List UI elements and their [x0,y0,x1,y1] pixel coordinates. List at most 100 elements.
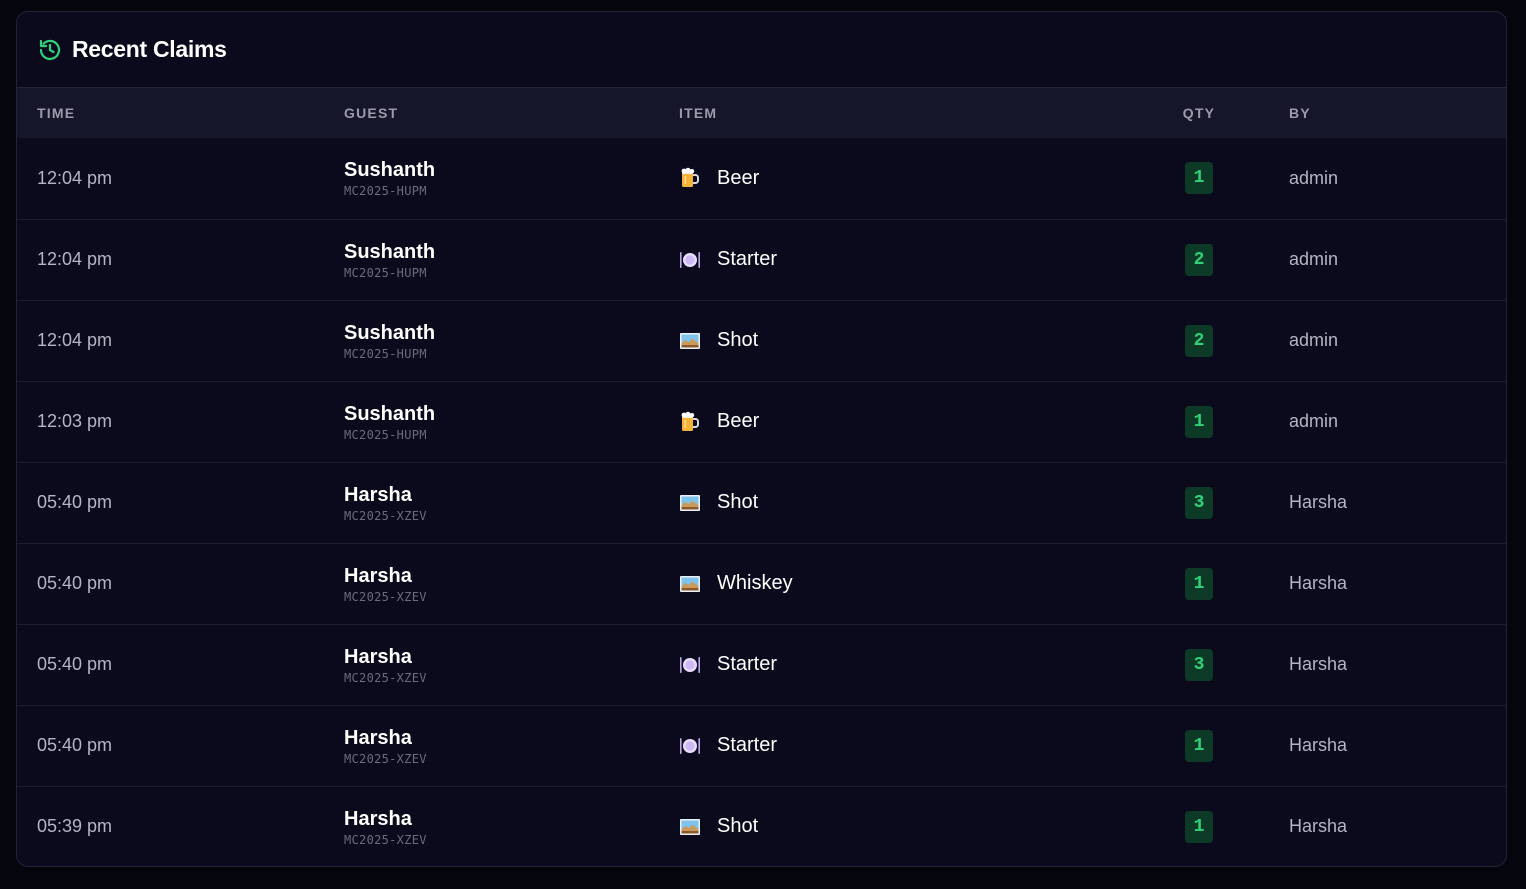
item-label: Starter [717,653,778,675]
table-header-row: TIME GUEST ITEM QTY BY [17,88,1506,138]
table-row[interactable]: 12:04 pm Sushanth MC2025-HUPM Starter 2 … [17,219,1506,300]
guest-cell: Harsha MC2025-XZEV [344,624,679,705]
item-cell: Starter [679,624,1109,705]
item-cell: Whiskey [679,543,1109,624]
claim-time: 05:40 pm [37,573,113,593]
table-row[interactable]: 12:04 pm Sushanth MC2025-HUPM Beer 1 adm… [17,138,1506,219]
beer-icon [679,167,701,189]
guest-name: Harsha [344,726,412,749]
item-label: Beer [717,166,760,189]
table-row[interactable]: 12:03 pm Sushanth MC2025-HUPM Beer 1 adm… [17,381,1506,462]
claimed-by: Harsha [1289,573,1348,593]
guest-cell: Sushanth MC2025-HUPM [344,381,679,462]
qty-badge: 1 [1185,729,1213,762]
claim-time: 12:04 pm [37,249,113,269]
guest-name: Harsha [344,483,412,506]
guest-cell: Harsha MC2025-XZEV [344,543,679,624]
table-header: TIME GUEST ITEM QTY BY [17,88,1506,138]
guest-code: MC2025-XZEV [344,589,427,604]
guest-code: MC2025-HUPM [344,184,427,199]
qty-cell: 1 [1109,786,1289,866]
guest-code: MC2025-XZEV [344,670,427,685]
item-cell: Starter [679,219,1109,300]
table-row[interactable]: 05:40 pm Harsha MC2025-XZEV Starter 1 Ha… [17,705,1506,786]
qty-cell: 2 [1109,219,1289,300]
plate-icon [679,249,701,271]
claimed-by: admin [1289,167,1339,188]
claimed-by: Harsha [1289,654,1348,674]
guest-code: MC2025-XZEV [344,508,427,523]
claimed-by: admin [1289,411,1339,431]
history-icon [38,38,62,62]
claim-time: 05:40 pm [37,654,113,674]
beer-icon [679,411,701,433]
qty-cell: 1 [1109,381,1289,462]
item-cell: Beer [679,381,1109,462]
qty-cell: 3 [1109,462,1289,543]
qty-badge: 1 [1185,810,1213,843]
guest-code: MC2025-HUPM [344,427,427,442]
qty-badge: 1 [1185,405,1213,438]
plate-icon [679,735,701,757]
table-row[interactable]: 05:39 pm Harsha MC2025-XZEV Shot 1 Harsh… [17,786,1506,866]
claimed-by: Harsha [1289,735,1348,755]
item-cell: Shot [679,462,1109,543]
item-cell: Beer [679,138,1109,219]
item-label: Starter [717,248,778,270]
claimed-by: Harsha [1289,816,1348,837]
claimed-by: Harsha [1289,492,1348,512]
card-title: Recent Claims [72,36,227,62]
column-header-qty[interactable]: QTY [1109,88,1289,138]
qty-badge: 1 [1185,567,1213,600]
item-label: Shot [717,491,759,513]
guest-name: Sushanth [344,159,436,182]
card-header: Recent Claims [17,12,1506,88]
guest-name: Sushanth [344,402,436,425]
table-row[interactable]: 05:40 pm Harsha MC2025-XZEV Starter 3 Ha… [17,624,1506,705]
guest-cell: Sushanth MC2025-HUPM [344,138,679,219]
claimed-by: admin [1289,249,1339,269]
item-label: Starter [717,734,778,756]
item-label: Shot [717,815,759,838]
table-row[interactable]: 12:04 pm Sushanth MC2025-HUPM Shot 2 adm… [17,300,1506,381]
claims-table: TIME GUEST ITEM QTY BY 12:04 pm Sushanth… [17,88,1506,866]
qty-badge: 2 [1185,324,1213,357]
column-header-guest[interactable]: GUEST [344,88,679,138]
item-cell: Shot [679,786,1109,866]
claim-time: 12:04 pm [37,330,113,350]
qty-badge: 1 [1185,162,1213,195]
item-cell: Starter [679,705,1109,786]
column-header-by[interactable]: BY [1289,88,1506,138]
picture-icon [679,492,701,514]
guest-cell: Harsha MC2025-XZEV [344,786,679,866]
guest-name: Sushanth [344,321,436,344]
qty-badge: 3 [1185,648,1213,681]
item-label: Beer [717,410,760,432]
table-body: 12:04 pm Sushanth MC2025-HUPM Beer 1 adm… [17,138,1506,866]
table-row[interactable]: 05:40 pm Harsha MC2025-XZEV Whiskey 1 Ha… [17,543,1506,624]
claimed-by: admin [1289,330,1339,350]
claim-time: 05:40 pm [37,492,113,512]
qty-badge: 3 [1185,486,1213,519]
qty-cell: 3 [1109,624,1289,705]
item-label: Whiskey [717,572,793,594]
claim-time: 05:39 pm [37,816,113,837]
guest-name: Harsha [344,645,412,668]
guest-cell: Harsha MC2025-XZEV [344,462,679,543]
claim-time: 12:03 pm [37,411,113,431]
guest-name: Harsha [344,564,412,587]
guest-code: MC2025-XZEV [344,751,427,766]
table-row[interactable]: 05:40 pm Harsha MC2025-XZEV Shot 3 Harsh… [17,462,1506,543]
guest-cell: Sushanth MC2025-HUPM [344,219,679,300]
plate-icon [679,654,701,676]
guest-cell: Harsha MC2025-XZEV [344,705,679,786]
guest-name: Harsha [344,807,412,830]
qty-cell: 1 [1109,138,1289,219]
claim-time: 12:04 pm [37,167,113,188]
item-cell: Shot [679,300,1109,381]
picture-icon [679,330,701,352]
column-header-time[interactable]: TIME [17,88,344,138]
guest-code: MC2025-XZEV [344,832,427,847]
column-header-item[interactable]: ITEM [679,88,1109,138]
qty-cell: 2 [1109,300,1289,381]
